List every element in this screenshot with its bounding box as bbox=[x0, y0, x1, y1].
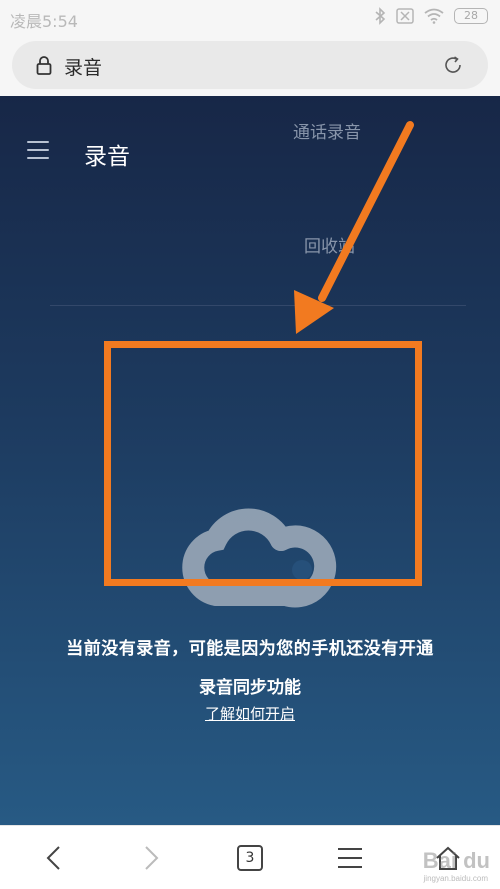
back-button[interactable] bbox=[36, 840, 72, 876]
forward-button[interactable] bbox=[133, 840, 169, 876]
tabs-icon: 3 bbox=[237, 845, 263, 871]
forward-icon bbox=[145, 846, 159, 870]
annotation-arrow-icon bbox=[294, 121, 414, 334]
menu-icon bbox=[338, 848, 362, 868]
back-icon bbox=[46, 846, 60, 870]
tabs-button[interactable]: 3 bbox=[232, 840, 268, 876]
menu-button[interactable] bbox=[332, 840, 368, 876]
watermark-sub: jingyan.baidu.com bbox=[423, 874, 488, 883]
watermark-logo: Bai du bbox=[422, 848, 490, 873]
browser-bottom-nav: 3 Bai du jingyan.baidu.com bbox=[0, 825, 500, 889]
